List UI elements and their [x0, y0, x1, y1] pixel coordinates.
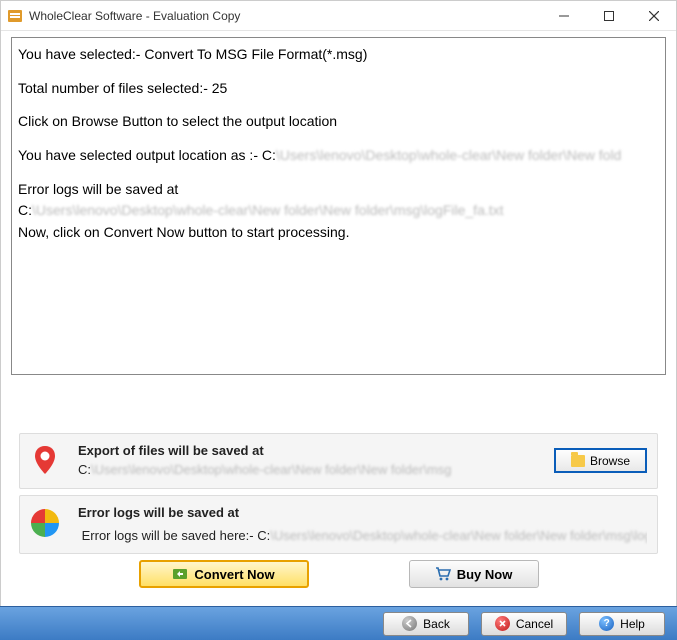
app-icon	[7, 8, 23, 24]
back-arrow-icon	[402, 616, 417, 631]
maximize-button[interactable]	[586, 1, 631, 30]
log-line: Now, click on Convert Now button to star…	[18, 222, 659, 244]
log-line: You have selected output location as :- …	[18, 145, 659, 167]
export-location-text: Export of files will be saved at C:\User…	[78, 442, 544, 480]
log-line: Error logs will be saved at	[18, 179, 659, 201]
action-bar: Convert Now Buy Now	[11, 560, 666, 596]
error-log-text: Error logs will be saved at Error logs w…	[78, 504, 647, 546]
window-controls	[541, 1, 676, 30]
help-button[interactable]: ? Help	[579, 612, 665, 636]
location-pin-icon	[28, 444, 62, 478]
browse-button[interactable]: Browse	[554, 448, 647, 473]
minimize-button[interactable]	[541, 1, 586, 30]
help-icon: ?	[599, 616, 614, 631]
convert-icon	[172, 567, 188, 581]
cart-icon	[435, 567, 451, 581]
convert-now-button[interactable]: Convert Now	[139, 560, 309, 588]
cancel-icon	[495, 616, 510, 631]
content-area: You have selected:- Convert To MSG File …	[1, 31, 676, 596]
export-location-row: Export of files will be saved at C:\User…	[19, 433, 658, 489]
footer-bar: Back Cancel ? Help	[0, 606, 677, 640]
cancel-button[interactable]: Cancel	[481, 612, 567, 636]
window-title: WholeClear Software - Evaluation Copy	[29, 9, 541, 23]
log-line: C:\Users\lenovo\Desktop\whole-clear\New …	[18, 200, 659, 222]
log-line: Total number of files selected:- 25	[18, 78, 659, 100]
lower-panel: Export of files will be saved at C:\User…	[11, 433, 666, 596]
titlebar: WholeClear Software - Evaluation Copy	[1, 1, 676, 31]
log-line: You have selected:- Convert To MSG File …	[18, 44, 659, 66]
back-button[interactable]: Back	[383, 612, 469, 636]
close-button[interactable]	[631, 1, 676, 30]
log-area: You have selected:- Convert To MSG File …	[11, 37, 666, 375]
buy-now-button[interactable]: Buy Now	[409, 560, 539, 588]
error-log-row: Error logs will be saved at Error logs w…	[19, 495, 658, 555]
log-line: Click on Browse Button to select the out…	[18, 111, 659, 133]
pie-chart-icon	[28, 506, 62, 540]
folder-icon	[571, 455, 585, 467]
